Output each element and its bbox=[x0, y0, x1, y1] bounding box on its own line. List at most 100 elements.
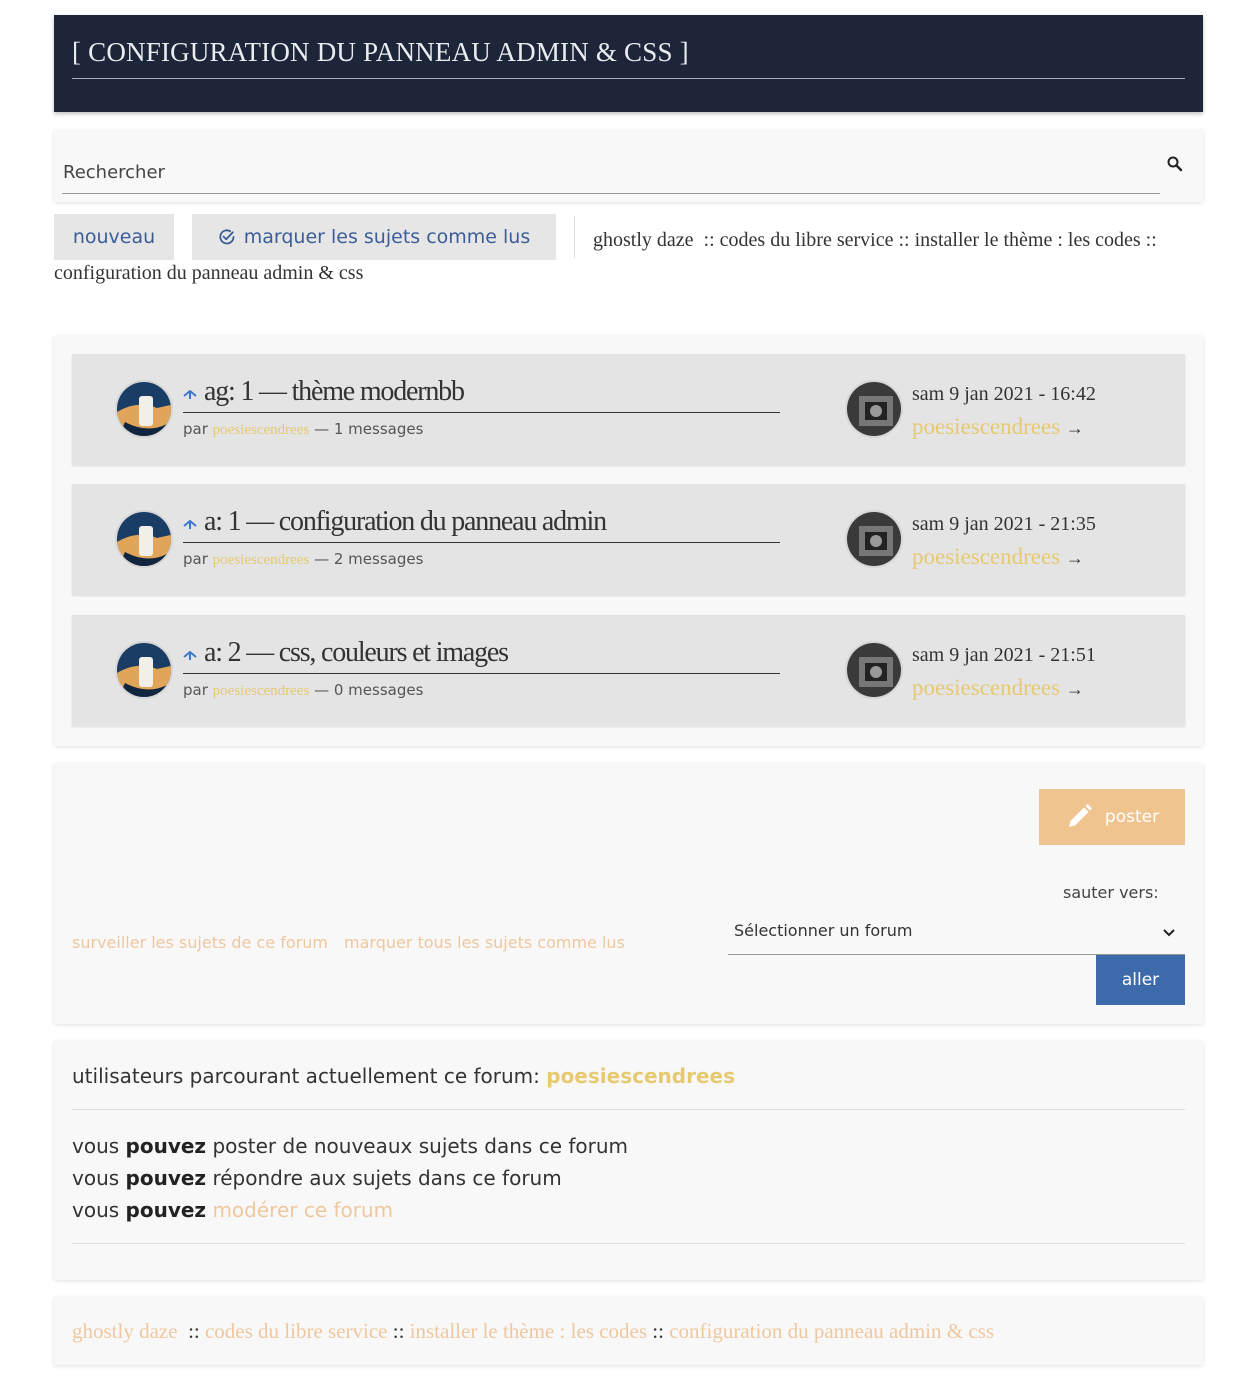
last-post-author[interactable]: poesiescendrees → bbox=[912, 544, 1084, 570]
search-icon[interactable] bbox=[1166, 155, 1184, 173]
online-user-link[interactable]: poesiescendrees bbox=[546, 1064, 735, 1088]
post-button-label: poster bbox=[1104, 807, 1160, 827]
last-post-author[interactable]: poesiescendrees → bbox=[912, 414, 1084, 440]
last-post-date: sam 9 jan 2021 - 21:35 bbox=[912, 513, 1096, 535]
breadcrumb-separator: :: bbox=[392, 1319, 405, 1343]
go-button-label: aller bbox=[1121, 970, 1160, 990]
topic-meta: par poesiescendrees — 1 messages bbox=[183, 420, 423, 439]
last-post-date: sam 9 jan 2021 - 21:51 bbox=[912, 644, 1096, 666]
post-button[interactable]: poster bbox=[1039, 789, 1185, 845]
topic-title: a: 2 — css, couleurs et images bbox=[204, 637, 509, 668]
announcement-arrow-icon bbox=[183, 520, 197, 529]
topic-meta: par poesiescendrees — 0 messages bbox=[183, 681, 423, 700]
last-post-author[interactable]: poesiescendrees → bbox=[912, 675, 1084, 701]
by-label: par bbox=[183, 681, 208, 699]
topic-title-link[interactable]: a: 2 — css, couleurs et images bbox=[183, 637, 780, 674]
last-post-author-name[interactable]: poesiescendrees bbox=[912, 675, 1060, 700]
topic-author-link[interactable]: poesiescendrees bbox=[213, 422, 310, 438]
online-users-label: utilisateurs parcourant actuellement ce … bbox=[72, 1064, 540, 1088]
last-post-author-name[interactable]: poesiescendrees bbox=[912, 544, 1060, 569]
pencil-icon bbox=[1068, 804, 1092, 827]
topic-row[interactable]: a: 1 — configuration du panneau admin pa… bbox=[72, 484, 1185, 595]
jump-to-label: sauter vers: bbox=[1063, 883, 1159, 902]
breadcrumb-current[interactable]: configuration du panneau admin & css bbox=[54, 262, 363, 284]
message-count: — 0 messages bbox=[314, 681, 424, 699]
topic-author-link[interactable]: poesiescendrees bbox=[213, 683, 310, 699]
topic-author-link[interactable]: poesiescendrees bbox=[213, 552, 310, 568]
go-button[interactable]: aller bbox=[1096, 955, 1185, 1005]
go-to-last-post-icon[interactable]: → bbox=[1066, 418, 1084, 438]
moderate-forum-link[interactable]: modérer ce forum bbox=[212, 1198, 393, 1222]
topic-title: ag: 1 — thème modernbb bbox=[204, 376, 465, 407]
breadcrumb-cat1[interactable]: codes du libre service bbox=[205, 1319, 388, 1343]
page-title: [ CONFIGURATION DU PANNEAU ADMIN & CSS ] bbox=[72, 37, 1185, 79]
message-count: — 2 messages bbox=[314, 550, 424, 568]
new-topic-label: nouveau bbox=[72, 226, 156, 248]
topic-title: a: 1 — configuration du panneau admin bbox=[204, 506, 607, 537]
go-to-last-post-icon[interactable]: → bbox=[1066, 548, 1084, 568]
topic-list: ag: 1 — thème modernbb par poesiescendre… bbox=[54, 336, 1203, 746]
author-avatar[interactable] bbox=[115, 510, 173, 568]
page-header: [ CONFIGURATION DU PANNEAU ADMIN & CSS ] bbox=[54, 15, 1203, 112]
breadcrumb-cat2[interactable]: installer le thème : les codes bbox=[410, 1319, 647, 1343]
perm-prefix: vous bbox=[72, 1166, 120, 1190]
by-label: par bbox=[183, 420, 208, 438]
perm-text: poster de nouveaux sujets dans ce forum bbox=[212, 1134, 629, 1158]
perm-can: pouvez bbox=[125, 1198, 207, 1222]
search-input[interactable] bbox=[62, 152, 1160, 194]
forum-info: utilisateurs parcourant actuellement ce … bbox=[54, 1041, 1203, 1280]
divider bbox=[72, 1109, 1185, 1110]
forum-select[interactable]: Sélectionner un forum bbox=[728, 910, 1185, 955]
breadcrumb-separator: :: bbox=[188, 1319, 200, 1343]
permission-line: vous pouvez répondre aux sujets dans ce … bbox=[72, 1166, 562, 1190]
search-box bbox=[54, 130, 1203, 202]
announcement-arrow-icon bbox=[183, 390, 197, 399]
perm-can: pouvez bbox=[125, 1134, 207, 1158]
breadcrumb-separator: :: bbox=[703, 229, 715, 251]
new-topic-button[interactable]: nouveau bbox=[54, 214, 174, 260]
topic-row[interactable]: a: 2 — css, couleurs et images par poesi… bbox=[72, 615, 1185, 726]
divider bbox=[72, 1243, 1185, 1244]
author-avatar[interactable] bbox=[115, 641, 173, 699]
last-poster-avatar[interactable] bbox=[845, 380, 903, 438]
perm-prefix: vous bbox=[72, 1134, 120, 1158]
breadcrumb-separator: :: bbox=[1145, 229, 1157, 251]
breadcrumb-forum[interactable]: ghostly daze bbox=[72, 1319, 178, 1343]
chevron-down-icon bbox=[1163, 929, 1175, 937]
breadcrumb-footer: ghostly daze :: codes du libre service :… bbox=[54, 1297, 1203, 1365]
topic-meta: par poesiescendrees — 2 messages bbox=[183, 550, 423, 569]
topic-row[interactable]: ag: 1 — thème modernbb par poesiescendre… bbox=[72, 354, 1185, 465]
watch-forum-link[interactable]: surveiller les sujets de ce forum bbox=[72, 933, 328, 952]
forum-select-value: Sélectionner un forum bbox=[734, 921, 913, 940]
by-label: par bbox=[183, 550, 208, 568]
message-count: — 1 messages bbox=[314, 420, 424, 438]
online-users: utilisateurs parcourant actuellement ce … bbox=[72, 1064, 735, 1088]
last-poster-avatar[interactable] bbox=[845, 641, 903, 699]
toolbar-divider bbox=[574, 216, 575, 258]
mark-topics-read-label: marquer les sujets comme lus bbox=[243, 226, 531, 248]
topic-title-link[interactable]: a: 1 — configuration du panneau admin bbox=[183, 506, 780, 543]
mark-topics-read-button[interactable]: marquer les sujets comme lus bbox=[192, 214, 556, 260]
check-circle-icon bbox=[219, 229, 235, 245]
last-post-date: sam 9 jan 2021 - 16:42 bbox=[912, 383, 1096, 405]
breadcrumb-separator: :: bbox=[652, 1319, 664, 1343]
mark-all-read-link[interactable]: marquer tous les sujets comme lus bbox=[344, 933, 625, 952]
breadcrumb-separator: :: bbox=[898, 229, 910, 251]
perm-can: pouvez bbox=[125, 1166, 207, 1190]
author-avatar[interactable] bbox=[115, 380, 173, 438]
breadcrumb-forum[interactable]: ghostly daze bbox=[593, 229, 694, 251]
breadcrumb-current[interactable]: configuration du panneau admin & css bbox=[669, 1319, 994, 1343]
perm-text: répondre aux sujets dans ce forum bbox=[212, 1166, 562, 1190]
last-post-author-name[interactable]: poesiescendrees bbox=[912, 414, 1060, 439]
perm-prefix: vous bbox=[72, 1198, 120, 1222]
breadcrumb-cat2[interactable]: installer le thème : les codes bbox=[915, 229, 1141, 251]
permission-line: vous pouvez modérer ce forum bbox=[72, 1198, 393, 1222]
forum-actions: poster sauter vers: Sélectionner un foru… bbox=[54, 763, 1203, 1024]
permission-line: vous pouvez poster de nouveaux sujets da… bbox=[72, 1134, 628, 1158]
last-poster-avatar[interactable] bbox=[845, 510, 903, 568]
go-to-last-post-icon[interactable]: → bbox=[1066, 679, 1084, 699]
announcement-arrow-icon bbox=[183, 651, 197, 660]
topic-title-link[interactable]: ag: 1 — thème modernbb bbox=[183, 376, 780, 413]
breadcrumb-cat1[interactable]: codes du libre service bbox=[720, 229, 894, 251]
breadcrumb-bottom: ghostly daze :: codes du libre service :… bbox=[72, 1319, 994, 1344]
